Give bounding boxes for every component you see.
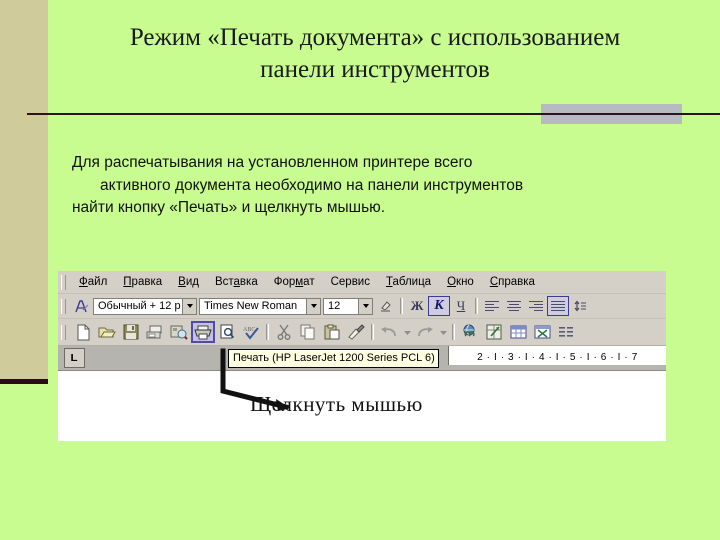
menu-item-edit[interactable]: Правка: [115, 275, 170, 289]
standard-toolbar-separator-3: [452, 324, 455, 340]
menu-item-insert[interactable]: Вставка: [207, 275, 266, 289]
tab-stop-selector-button[interactable]: L: [64, 348, 85, 368]
paste-icon[interactable]: [320, 321, 344, 343]
redo-icon[interactable]: [413, 321, 437, 343]
spelling-icon[interactable]: ABC: [239, 321, 263, 343]
word-formatting-toolbar: Обычный + 12 p Times New Roman 12 Ж К Ч: [58, 294, 666, 319]
page-title: Режим «Печать документа» с использование…: [129, 24, 621, 83]
font-name-value: Times New Roman: [204, 300, 298, 312]
format-painter-icon[interactable]: [344, 321, 368, 343]
slide-body-text: Для распечатывания на установленном прин…: [72, 152, 672, 220]
menu-item-view[interactable]: Вид: [170, 275, 207, 289]
undo-icon[interactable]: [377, 321, 401, 343]
title-divider-rule: [27, 113, 720, 115]
search-icon[interactable]: [167, 321, 191, 343]
word-menu-bar: Файл Правка Вид Вставка Формат Сервис Та…: [58, 271, 666, 294]
formatting-toolbar-grip-handle[interactable]: [61, 298, 66, 314]
undo-dropdown-chevron-down-icon[interactable]: [401, 321, 413, 343]
print-button-tooltip: Печать (HP LaserJet 1200 Series PCL 6): [228, 349, 439, 368]
body-line-1: Для распечатывания на установленном прин…: [72, 154, 473, 171]
standard-toolbar-separator-1: [266, 324, 269, 340]
italic-label: К: [434, 298, 444, 313]
menu-item-file[interactable]: Файл: [71, 275, 115, 289]
align-right-icon[interactable]: [525, 296, 547, 316]
justify-button[interactable]: [547, 296, 569, 316]
hyperlink-icon[interactable]: [458, 321, 482, 343]
highlight-color-icon[interactable]: [375, 296, 397, 316]
copy-icon[interactable]: [296, 321, 320, 343]
slide-left-band-footer: [0, 379, 48, 384]
standard-toolbar-grip-handle[interactable]: [61, 324, 66, 340]
style-box-chevron-down-icon[interactable]: [182, 298, 196, 314]
font-size-box[interactable]: 12: [323, 297, 373, 315]
styles-and-formatting-icon[interactable]: [71, 296, 93, 316]
word-standard-toolbar: ABC: [58, 319, 666, 346]
print-button[interactable]: [191, 321, 215, 343]
slide-left-band: [0, 0, 48, 383]
tab-stop-label: L: [70, 352, 79, 364]
menu-bar-grip-handle[interactable]: [61, 274, 66, 290]
italic-button[interactable]: К: [428, 296, 450, 316]
word-ruler-bar: L 2 · I · 3 · I · 4 · I · 5 · I · 6 · I …: [58, 346, 666, 371]
font-size-chevron-down-icon[interactable]: [358, 298, 372, 314]
style-box[interactable]: Обычный + 12 p: [93, 297, 197, 315]
columns-icon[interactable]: [554, 321, 578, 343]
callout-label: Щелкнуть мышью: [250, 392, 423, 416]
align-center-icon[interactable]: [503, 296, 525, 316]
menu-item-table[interactable]: Таблица: [378, 275, 439, 289]
menu-item-format[interactable]: Формат: [266, 275, 323, 289]
font-size-value: 12: [328, 300, 341, 312]
email-icon[interactable]: [143, 321, 167, 343]
formatting-toolbar-separator-2: [475, 298, 478, 314]
menu-item-tools[interactable]: Сервис: [323, 275, 378, 289]
menu-item-window[interactable]: Окно: [439, 275, 482, 289]
open-icon[interactable]: [95, 321, 119, 343]
align-left-icon[interactable]: [481, 296, 503, 316]
save-icon[interactable]: [119, 321, 143, 343]
underline-button[interactable]: Ч: [450, 296, 472, 316]
cut-icon[interactable]: [272, 321, 296, 343]
tables-and-borders-icon[interactable]: [482, 321, 506, 343]
font-name-box[interactable]: Times New Roman: [199, 297, 321, 315]
insert-table-icon[interactable]: [506, 321, 530, 343]
font-name-chevron-down-icon[interactable]: [306, 298, 320, 314]
new-document-icon[interactable]: [71, 321, 95, 343]
insert-excel-table-icon[interactable]: [530, 321, 554, 343]
underline-label: Ч: [456, 298, 466, 313]
menu-item-help[interactable]: Справка: [482, 275, 543, 289]
redo-dropdown-chevron-down-icon[interactable]: [437, 321, 449, 343]
ruler-margin-shade: [448, 365, 666, 370]
print-preview-icon[interactable]: [215, 321, 239, 343]
body-line-3: найти кнопку «Печать» и щелкнуть мышью.: [72, 199, 386, 216]
formatting-toolbar-separator-1: [400, 298, 403, 314]
standard-toolbar-separator-2: [371, 324, 374, 340]
bold-label: Ж: [410, 298, 424, 313]
bold-button[interactable]: Ж: [406, 296, 428, 316]
body-line-2: активного документа необходимо на панели…: [100, 176, 524, 194]
style-box-value: Обычный + 12 p: [98, 300, 181, 312]
line-spacing-icon[interactable]: [569, 296, 591, 316]
